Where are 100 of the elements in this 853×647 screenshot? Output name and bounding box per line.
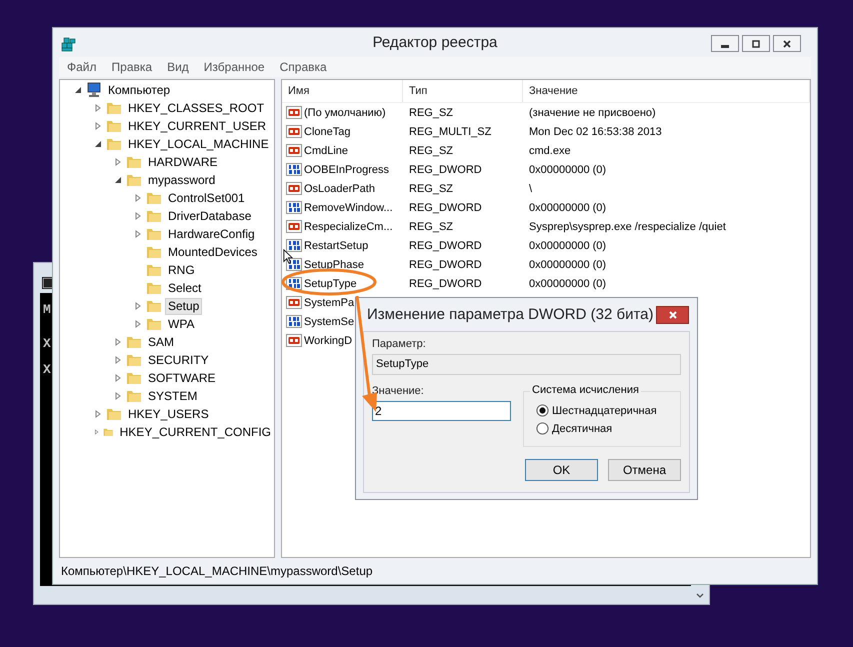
field-label: Параметр: <box>372 338 427 350</box>
expand-arrow-icon[interactable] <box>94 410 102 418</box>
tree-item[interactable]: SECURITY <box>145 352 212 368</box>
binary-value-icon <box>286 238 302 254</box>
binary-value-icon <box>286 256 302 272</box>
expand-arrow-icon[interactable] <box>134 230 142 238</box>
tree-item[interactable]: HKEY_CLASSES_ROOT <box>125 100 268 116</box>
console-text: X <box>43 337 52 351</box>
tree-item[interactable]: ControlSet001 <box>165 190 248 206</box>
radio-button[interactable] <box>536 422 549 435</box>
tree-item[interactable]: HKEY_LOCAL_MACHINE <box>125 136 272 152</box>
column-header[interactable]: Тип <box>403 80 523 102</box>
minimize-button[interactable] <box>711 35 739 52</box>
tree-item[interactable]: Компьютер <box>105 82 174 98</box>
folder-icon <box>106 136 122 152</box>
column-header[interactable]: Имя <box>282 80 403 102</box>
table-cell-text: Mon Dec 02 16:53:38 2013 <box>528 126 663 138</box>
minimize-icon <box>721 44 729 48</box>
expand-arrow-icon[interactable] <box>94 104 102 112</box>
table-cell-text: REG_DWORD <box>408 240 483 252</box>
menu-item[interactable]: Вид <box>167 60 189 74</box>
table-cell-text: REG_SZ <box>408 220 454 232</box>
value-name: SetupPhase <box>304 258 364 270</box>
close-button[interactable] <box>773 35 801 52</box>
expand-arrow-icon[interactable] <box>94 122 102 130</box>
group-label: Система исчисления <box>530 384 641 396</box>
value-name: SetupType <box>304 278 357 290</box>
expand-arrow-icon[interactable] <box>114 392 122 400</box>
expand-arrow-icon[interactable] <box>114 338 122 346</box>
binary-value-icon <box>286 200 302 216</box>
radio-label[interactable]: Десятичная <box>552 422 612 434</box>
expand-arrow-icon[interactable] <box>94 428 100 436</box>
collapse-arrow-icon[interactable] <box>114 176 122 184</box>
tree-item[interactable]: RNG <box>165 262 198 278</box>
ok-button[interactable]: OK <box>525 459 598 481</box>
tree-item[interactable]: Setup <box>165 298 202 314</box>
parameter-field: SetupType <box>372 354 681 375</box>
tree-item[interactable]: HKEY_USERS <box>125 406 212 422</box>
radio-label[interactable]: Шестнадцатеричная <box>552 404 657 416</box>
folder-icon <box>146 316 162 332</box>
table-cell-text: REG_DWORD <box>408 164 483 176</box>
scroll-down-icon[interactable] <box>695 592 705 600</box>
value-name: OOBEInProgress <box>304 164 389 176</box>
tree-item[interactable]: DriverDatabase <box>165 208 254 224</box>
table-cell-text: (значение не присвоено) <box>528 106 657 118</box>
tree-item[interactable]: HARDWARE <box>145 154 221 170</box>
menu-item[interactable]: Справка <box>280 60 327 74</box>
binary-value-icon <box>286 162 302 178</box>
value-name: WorkingD <box>304 334 352 346</box>
value-name: SystemSe <box>304 316 354 328</box>
table-cell-text: 0x00000000 (0) <box>528 240 608 252</box>
expand-arrow-icon[interactable] <box>134 194 142 202</box>
table-cell-text: REG_SZ <box>408 106 454 118</box>
menu-item[interactable]: Избранное <box>204 60 265 74</box>
folder-icon <box>146 280 162 296</box>
tree-item[interactable]: MountedDevices <box>165 244 260 260</box>
expand-arrow-icon[interactable] <box>134 302 142 310</box>
status-path: Компьютер\HKEY_LOCAL_MACHINE\mypassword\Setup <box>61 564 373 578</box>
column-header[interactable]: Значение <box>523 80 810 102</box>
radio-button[interactable] <box>536 404 549 417</box>
collapse-arrow-icon[interactable] <box>74 86 82 94</box>
table-cell-text: 0x00000000 (0) <box>528 258 608 270</box>
expand-arrow-icon[interactable] <box>134 212 142 220</box>
menu-item[interactable]: Правка <box>112 60 152 74</box>
expand-arrow-icon[interactable] <box>134 320 142 328</box>
tree-item[interactable]: mypassword <box>145 172 218 188</box>
maximize-icon <box>751 38 761 48</box>
folder-icon <box>146 190 162 206</box>
table-cell-text: Sysprep\sysprep.exe /respecialize /quiet <box>528 220 727 232</box>
computer-icon <box>86 82 102 98</box>
maximize-button[interactable] <box>742 35 770 52</box>
table-cell-text: REG_DWORD <box>408 278 483 290</box>
string-value-icon <box>286 142 302 158</box>
tree-item[interactable]: WPA <box>165 316 198 332</box>
string-value-icon <box>286 294 302 310</box>
registry-cubes-icon <box>61 36 77 52</box>
table-cell-text: REG_DWORD <box>408 258 483 270</box>
value-name: (По умолчанию) <box>304 106 386 118</box>
close-button[interactable] <box>656 306 689 324</box>
close-icon <box>782 38 792 48</box>
expand-arrow-icon[interactable] <box>114 374 122 382</box>
field-label: Значение: <box>372 385 425 397</box>
value-input[interactable]: 2 <box>372 401 511 421</box>
string-value-icon <box>286 332 302 348</box>
tree-item[interactable]: Select <box>165 280 204 296</box>
tree-item[interactable]: HKEY_CURRENT_USER <box>125 118 270 134</box>
tree-item[interactable]: HKEY_CURRENT_CONFIG <box>116 424 274 440</box>
table-cell-text: REG_SZ <box>408 144 454 156</box>
tree-item[interactable]: SYSTEM <box>145 388 200 404</box>
table-cell-text: cmd.exe <box>528 144 572 156</box>
collapse-arrow-icon[interactable] <box>94 140 102 148</box>
menu-item[interactable]: Файл <box>67 60 97 74</box>
expand-arrow-icon[interactable] <box>114 356 122 364</box>
value-name: RespecializeCm... <box>304 220 393 232</box>
cancel-button[interactable]: Отмена <box>608 459 681 481</box>
tree-item[interactable]: SOFTWARE <box>145 370 219 386</box>
expand-arrow-icon[interactable] <box>114 158 122 166</box>
tree-item[interactable]: SAM <box>145 334 178 350</box>
tree-item[interactable]: HardwareConfig <box>165 226 258 242</box>
folder-icon <box>106 118 122 134</box>
